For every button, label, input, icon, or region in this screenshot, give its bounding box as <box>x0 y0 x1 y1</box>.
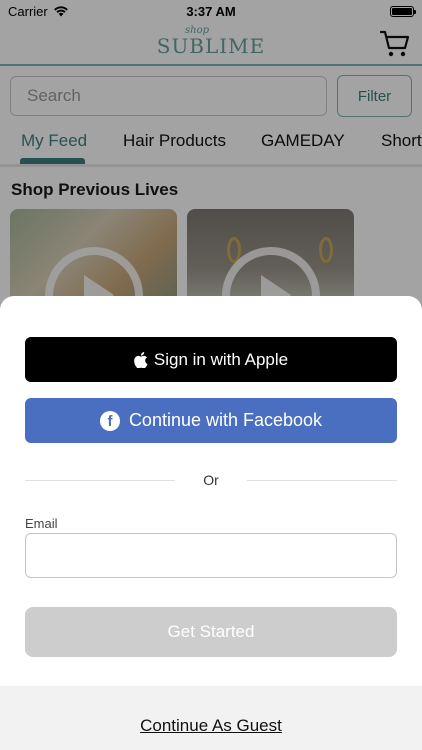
get-started-button[interactable]: Get Started <box>25 607 397 657</box>
or-divider: Or <box>25 470 397 490</box>
wifi-icon <box>53 6 68 17</box>
battery-icon <box>390 5 416 17</box>
sign-in-with-apple-button[interactable]: Sign in with Apple <box>25 337 397 382</box>
continue-as-guest-link[interactable]: Continue As Guest <box>0 716 422 736</box>
status-bar: Carrier 3:37 AM <box>0 0 422 22</box>
continue-with-facebook-button[interactable]: f Continue with Facebook <box>25 398 397 443</box>
facebook-button-label: Continue with Facebook <box>128 410 323 430</box>
status-left: Carrier <box>8 4 69 19</box>
email-label: Email <box>25 516 58 531</box>
carrier-label: Carrier <box>8 3 48 19</box>
divider-line <box>247 480 397 481</box>
facebook-icon: f <box>99 410 120 431</box>
email-field[interactable] <box>25 533 397 578</box>
sign-in-sheet: Sign in with Apple f Continue with Faceb… <box>0 296 422 750</box>
apple-icon <box>134 351 148 368</box>
apple-button-label: Sign in with Apple <box>153 349 289 369</box>
